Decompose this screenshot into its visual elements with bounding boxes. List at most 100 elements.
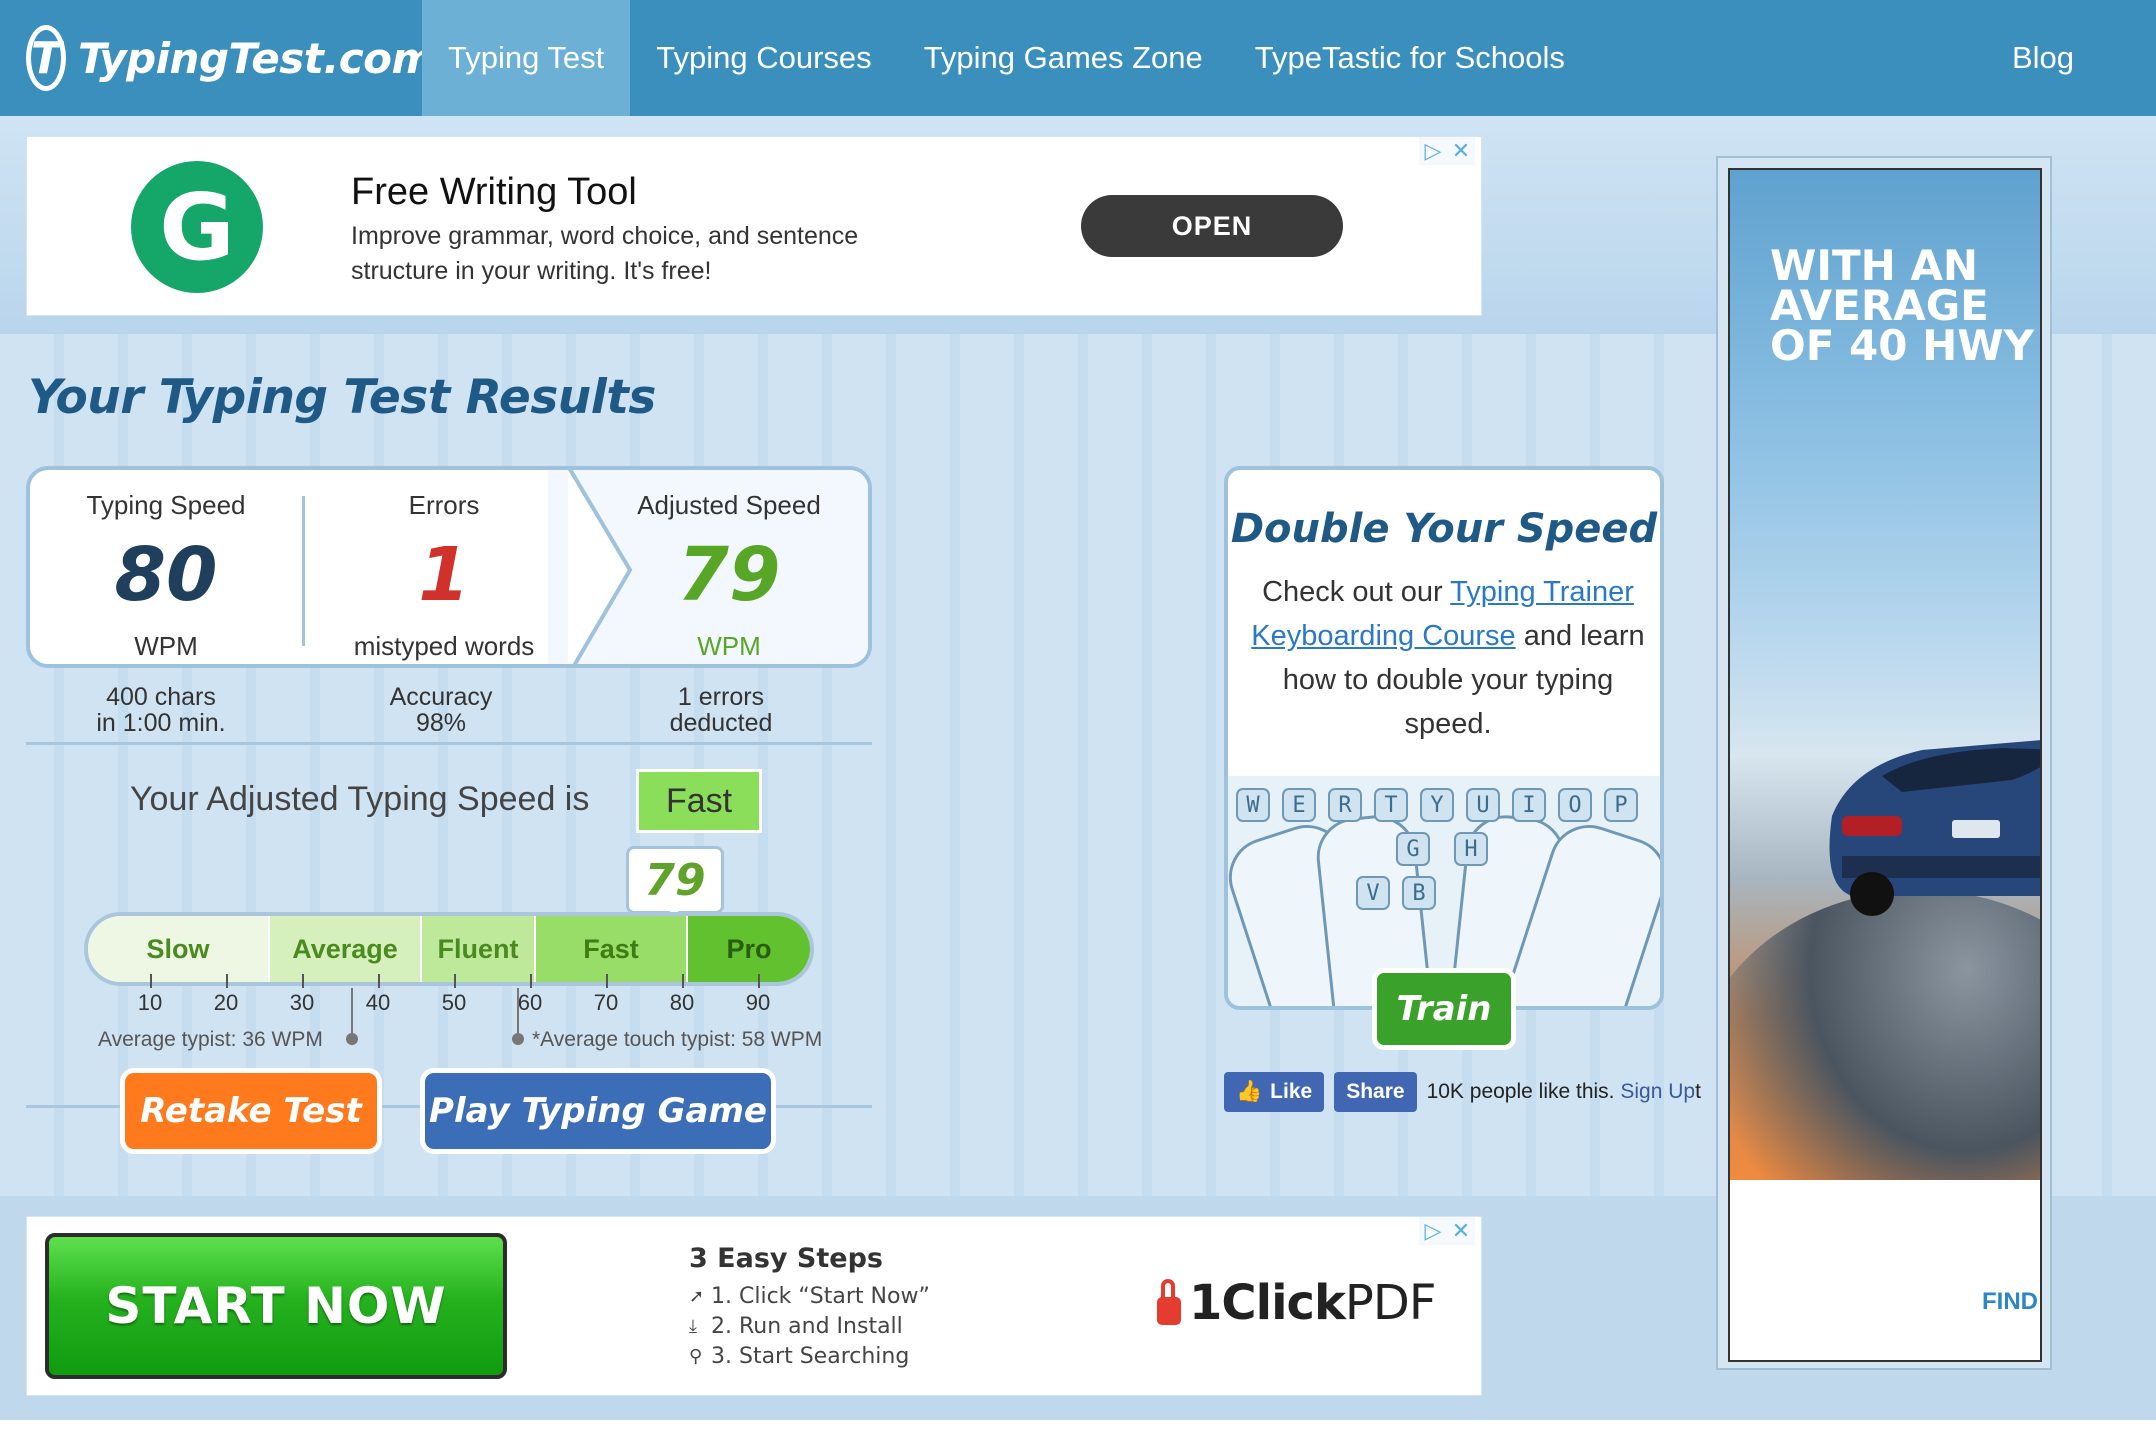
speed-rating-badge: Fast: [636, 769, 762, 833]
errors-value: 1: [418, 532, 470, 618]
1clickpdf-ad[interactable]: START NOW 3 Easy Steps ➚ 1. Click “Start …: [26, 1216, 1482, 1396]
facebook-count-text: 10K people like this.: [1426, 1080, 1615, 1103]
keyboarding-course-link[interactable]: Keyboarding Course: [1251, 620, 1515, 652]
accuracy-label: Accuracy: [389, 683, 493, 711]
facebook-like-button[interactable]: 👍 Like: [1224, 1072, 1325, 1112]
search-icon: ⚲: [689, 1346, 703, 1367]
adjusted-speed-sentence: Your Adjusted Typing Speed is: [130, 780, 590, 818]
1clickpdf-logo: 1ClickPDF: [1157, 1275, 1437, 1331]
scale-tick-label: 10: [137, 990, 163, 1015]
avg-typist-note: Average typist: 36 WPM: [98, 1028, 323, 1051]
ad-open-button[interactable]: OPEN: [1081, 195, 1343, 257]
key-y: Y: [1420, 788, 1454, 822]
key-o: O: [1558, 788, 1592, 822]
key-e: E: [1282, 788, 1316, 822]
accuracy-value: 98%: [415, 709, 467, 737]
typing-speed-stat: Typing Speed 80 WPM: [30, 470, 302, 664]
key-u: U: [1466, 788, 1500, 822]
scale-tick-label: 20: [213, 990, 239, 1015]
right-skyscraper-ad[interactable]: WITH AN AVERAGE OF 40 HWY M FIND: [1716, 156, 2052, 1370]
site-logo[interactable]: T TypingTest.com: [26, 25, 435, 91]
scale-segment-pro: Pro: [686, 916, 810, 982]
key-p: P: [1604, 788, 1638, 822]
facebook-share-button[interactable]: Share: [1334, 1072, 1417, 1112]
typing-speed-value: 80: [114, 532, 218, 618]
adchoices-play-icon[interactable]: ▷: [1419, 137, 1447, 165]
adchoices: ▷ ✕: [1419, 137, 1475, 165]
nav-blog[interactable]: Blog: [1986, 0, 2100, 116]
speed-marker-bubble: 79: [626, 846, 724, 914]
ad-steps-title: 3 Easy Steps: [689, 1243, 883, 1274]
key-b: B: [1402, 876, 1436, 910]
nav-typing-courses[interactable]: Typing Courses: [630, 0, 897, 116]
brand-light: PDF: [1344, 1275, 1437, 1331]
ad-white-panel: [1730, 1180, 2040, 1360]
avg-touch-typist-note: *Average touch typist: 58 WPM: [532, 1028, 823, 1051]
scale-segment-slow: Slow: [88, 916, 268, 982]
grammarly-ad[interactable]: G Free Writing Tool Improve grammar, wor…: [26, 136, 1482, 316]
avg-touch-typist-stem: [517, 988, 519, 1036]
scale-tick: [454, 974, 456, 988]
retake-test-button[interactable]: Retake Test: [120, 1068, 382, 1154]
key-g: G: [1396, 832, 1430, 866]
key-i: I: [1512, 788, 1546, 822]
ad-close-icon[interactable]: ✕: [1447, 137, 1475, 165]
car-ad-headline-line1: WITH AN: [1770, 241, 1979, 290]
logo-mark-icon: T: [26, 25, 67, 91]
scale-tick: [150, 974, 152, 988]
logo-text: TypingTest.com: [78, 33, 435, 83]
avg-touch-typist-dot: [512, 1033, 524, 1045]
ad-close-icon[interactable]: ✕: [1447, 1217, 1475, 1245]
start-now-button[interactable]: START NOW: [45, 1233, 507, 1379]
footer-strip: [0, 1420, 2156, 1444]
ad-step-3: ⚲ 3. Start Searching: [689, 1342, 930, 1372]
facebook-like-label: Like: [1270, 1080, 1313, 1103]
stat-divider: [302, 496, 305, 646]
errors-unit: mistyped words: [353, 631, 535, 661]
play-typing-game-button[interactable]: Play Typing Game: [420, 1068, 776, 1154]
accuracy-summary: Accuracy 98%: [330, 684, 552, 736]
scale-segment-average: Average: [268, 916, 420, 982]
nav-typing-games-zone[interactable]: Typing Games Zone: [898, 0, 1229, 116]
facebook-widget: 👍 Like Share 10K people like this. Sign …: [1224, 1072, 1701, 1112]
download-icon: ⤓: [689, 1316, 697, 1337]
adjusted-speed-stat: Adjusted Speed 79 WPM: [588, 470, 868, 664]
double-speed-text-start: Check out our: [1262, 576, 1451, 608]
nav-typing-test[interactable]: Typing Test: [422, 0, 631, 116]
scale-tick: [530, 974, 532, 988]
car-ad-find-link[interactable]: FIND: [1982, 1288, 2038, 1316]
ad-title: Free Writing Tool: [351, 171, 637, 213]
nav-typetastic-for-schools[interactable]: TypeTastic for Schools: [1229, 0, 1591, 116]
avg-typist-stem: [351, 988, 353, 1036]
key-t: T: [1374, 788, 1408, 822]
car-icon: [1829, 740, 2040, 916]
scale-tick-label: 70: [593, 990, 619, 1015]
key-v: V: [1356, 876, 1390, 910]
results-summary-card: Typing Speed 80 WPM Errors 1 mistyped wo…: [26, 466, 872, 668]
ad-step-1-text: 1. Click “Start Now”: [711, 1284, 930, 1309]
page-title: Your Typing Test Results: [28, 370, 656, 425]
scale-tick: [682, 974, 684, 988]
adchoices-play-icon[interactable]: ▷: [1419, 1217, 1447, 1245]
scale-tick-label: 90: [745, 990, 771, 1015]
divider: [26, 742, 872, 745]
scale-tick: [606, 974, 608, 988]
scale-tick: [758, 974, 760, 988]
cursor-icon: ➚: [689, 1286, 705, 1307]
errors-deducted-count: 1 errors: [677, 683, 765, 711]
car-ad-headline: WITH AN AVERAGE OF 40 HWY M: [1770, 241, 2040, 370]
facebook-signup-tail: t: [1695, 1080, 1701, 1103]
typing-speed-unit: WPM: [134, 631, 198, 661]
scale-tick-label: 80: [669, 990, 695, 1015]
car-ad-headline-line3: OF 40 HWY M: [1770, 321, 2040, 370]
ad-step-1: ➚ 1. Click “Start Now”: [689, 1282, 930, 1312]
chars-summary: 400 chars in 1:00 min.: [48, 684, 274, 736]
typing-trainer-link[interactable]: Typing Trainer: [1450, 576, 1634, 608]
scale-tick-label: 40: [365, 990, 391, 1015]
typing-speed-label: Typing Speed: [86, 490, 246, 520]
ad-step-2: ⤓ 2. Run and Install: [689, 1312, 930, 1342]
facebook-signup-link[interactable]: Sign Up: [1620, 1080, 1695, 1103]
train-button[interactable]: Train: [1372, 968, 1516, 1050]
car-ad[interactable]: WITH AN AVERAGE OF 40 HWY M FIND: [1728, 168, 2042, 1362]
scale-tick: [378, 974, 380, 988]
